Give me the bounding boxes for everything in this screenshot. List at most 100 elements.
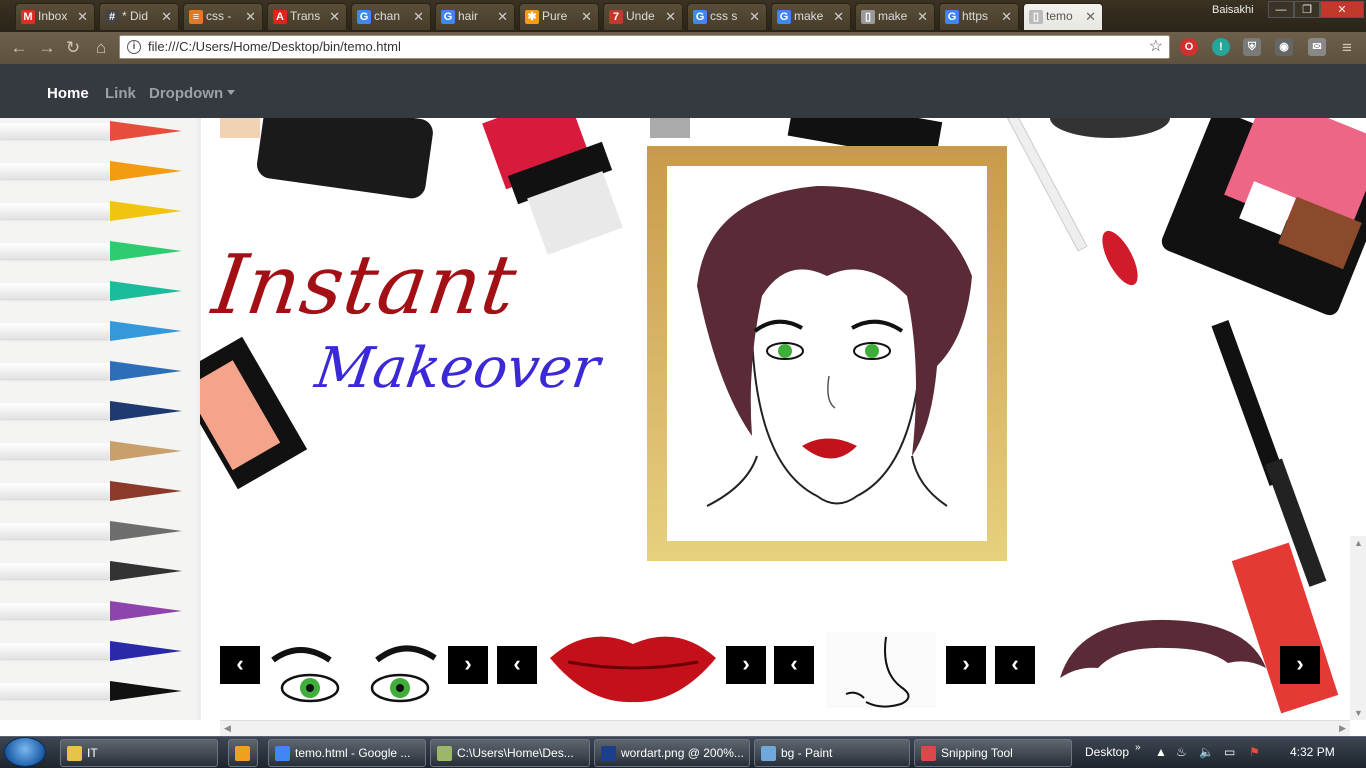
pencil <box>0 478 190 504</box>
clock[interactable]: 4:32 PM <box>1290 745 1335 759</box>
profile-name[interactable]: Baisakhi <box>1212 4 1254 16</box>
mail-extension-icon[interactable]: ✉ <box>1308 38 1326 56</box>
window-close-button[interactable]: ✕ <box>1320 1 1364 18</box>
browser-tab[interactable]: ≡ css - ✕ <box>183 3 263 30</box>
show-hidden-icons[interactable]: ▲ <box>1155 745 1167 759</box>
browser-tab[interactable]: Gcss s ✕ <box>687 3 767 30</box>
lips-thumbnail <box>550 636 716 703</box>
browser-tab[interactable]: M Inbox ✕ <box>15 3 95 30</box>
paint-icon <box>761 746 776 761</box>
tab-close-icon[interactable]: ✕ <box>497 4 508 29</box>
pencil <box>0 638 190 664</box>
scroll-left-icon[interactable]: ◀ <box>224 723 231 734</box>
tab-close-icon[interactable]: ✕ <box>1085 4 1096 29</box>
nav-dropdown-label: Dropdown <box>149 85 224 102</box>
photoshop-icon <box>601 746 616 761</box>
browser-tab[interactable]: Gchan ✕ <box>351 3 431 30</box>
nose-next-button[interactable]: › <box>946 646 986 684</box>
opera-extension-icon[interactable]: O <box>1180 38 1198 56</box>
tab-close-icon[interactable]: ✕ <box>1001 4 1012 29</box>
pencil <box>0 678 190 704</box>
eyes-next-button[interactable]: › <box>448 646 488 684</box>
shield-extension-icon[interactable]: ⛨ <box>1243 38 1261 56</box>
hair-prev-button[interactable]: ‹ <box>995 646 1035 684</box>
title-makeover: Makeover <box>311 336 604 401</box>
taskbar-item-label: wordart.png @ 200%... <box>621 746 744 760</box>
nose-prev-button[interactable]: ‹ <box>774 646 814 684</box>
tab-close-icon[interactable]: ✕ <box>917 4 928 29</box>
browser-tab[interactable]: # * Did ✕ <box>99 3 179 30</box>
tab-close-icon[interactable]: ✕ <box>665 4 676 29</box>
browser-tab[interactable]: 7 Unde ✕ <box>603 3 683 30</box>
vertical-scrollbar[interactable]: ▲ ▼ <box>1350 536 1366 720</box>
scroll-right-icon[interactable]: ▶ <box>1339 723 1346 734</box>
nav-dropdown[interactable]: Dropdown <box>149 85 236 102</box>
document-icon: ▯ <box>861 10 875 24</box>
horizontal-scrollbar[interactable]: ◀ ▶ <box>220 720 1350 736</box>
taskbar-item[interactable]: wordart.png @ 200%... <box>594 739 750 767</box>
steam-icon[interactable]: ♨ <box>1176 745 1187 759</box>
browser-tab[interactable]: ✱ Pure ✕ <box>519 3 599 30</box>
lips-next-button[interactable]: › <box>726 646 766 684</box>
taskbar-item[interactable]: Snipping Tool <box>914 739 1072 767</box>
back-icon[interactable]: ← <box>8 38 30 58</box>
browser-tab[interactable]: A Trans ✕ <box>267 3 347 30</box>
tab-title: https <box>962 9 989 23</box>
browser-tab[interactable]: Ghttps ✕ <box>939 3 1019 30</box>
eye-extension-icon[interactable]: ◉ <box>1275 38 1293 56</box>
tab-title: make <box>878 9 908 23</box>
reload-icon[interactable]: ↻ <box>62 38 84 58</box>
flag-icon[interactable]: ⚑ <box>1249 745 1260 759</box>
taskbar-item[interactable] <box>228 739 258 767</box>
desktop-toolbar[interactable]: Desktop <box>1085 745 1129 759</box>
info-icon[interactable]: i <box>127 40 141 54</box>
chevron-icon[interactable]: » <box>1135 742 1141 753</box>
start-button[interactable] <box>4 737 46 767</box>
tab-close-icon[interactable]: ✕ <box>245 4 256 29</box>
pencil <box>0 318 190 344</box>
adobe-icon: A <box>273 10 287 24</box>
taskbar-item[interactable]: temo.html - Google ... <box>268 739 426 767</box>
google-icon: G <box>945 10 959 24</box>
chrome-icon <box>275 746 290 761</box>
tab-close-icon[interactable]: ✕ <box>749 4 760 29</box>
address-bar[interactable]: i file:///C:/Users/Home/Desktop/bin/temo… <box>119 35 1170 59</box>
network-icon[interactable]: ▭ <box>1224 745 1235 759</box>
lips-prev-button[interactable]: ‹ <box>497 646 537 684</box>
maximize-button[interactable]: ❐ <box>1294 1 1320 18</box>
tab-title: Unde <box>626 9 655 23</box>
taskbar-item[interactable]: C:\Users\Home\Des... <box>430 739 590 767</box>
stack-icon: ≡ <box>189 10 203 24</box>
grammarly-extension-icon[interactable]: ! <box>1212 38 1230 56</box>
google-icon: G <box>357 10 371 24</box>
bookmark-star-icon[interactable]: ☆ <box>1149 36 1163 58</box>
hash-icon: # <box>105 10 119 24</box>
tab-close-icon[interactable]: ✕ <box>329 4 340 29</box>
title-instant: Instant <box>207 238 523 333</box>
eyes-prev-button[interactable]: ‹ <box>220 646 260 684</box>
taskbar-item[interactable]: bg - Paint <box>754 739 910 767</box>
home-icon[interactable]: ⌂ <box>90 38 112 58</box>
minimize-button[interactable]: — <box>1268 1 1294 18</box>
tab-close-icon[interactable]: ✕ <box>581 4 592 29</box>
tab-close-icon[interactable]: ✕ <box>161 4 172 29</box>
browser-tab[interactable]: ▯ temo ✕ <box>1023 3 1103 30</box>
hair-next-button[interactable]: › <box>1280 646 1320 684</box>
forward-icon[interactable]: → <box>36 38 58 58</box>
taskbar-item[interactable]: IT <box>60 739 218 767</box>
browser-tab[interactable]: Ghair ✕ <box>435 3 515 30</box>
nav-link[interactable]: Link <box>105 85 136 102</box>
google-icon: G <box>441 10 455 24</box>
browser-tab[interactable]: ▯ make ✕ <box>855 3 935 30</box>
tab-close-icon[interactable]: ✕ <box>833 4 844 29</box>
pencil <box>0 398 190 424</box>
volume-icon[interactable]: 🔈 <box>1199 745 1214 759</box>
tab-close-icon[interactable]: ✕ <box>77 4 88 29</box>
browser-tab[interactable]: Gmake ✕ <box>771 3 851 30</box>
menu-icon[interactable]: ≡ <box>1336 38 1358 58</box>
tab-close-icon[interactable]: ✕ <box>413 4 424 29</box>
scroll-down-icon[interactable]: ▼ <box>1354 708 1363 718</box>
scroll-up-icon[interactable]: ▲ <box>1354 538 1363 548</box>
nav-home[interactable]: Home <box>47 85 89 102</box>
tab-title: Trans <box>290 9 321 23</box>
